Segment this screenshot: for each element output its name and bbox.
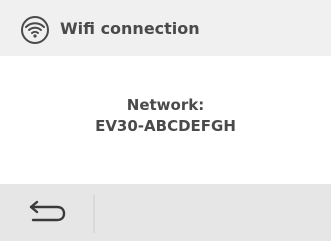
- wifi-icon: [21, 16, 49, 44]
- network-label: Network:: [126, 96, 205, 114]
- back-arrow-icon: [27, 198, 69, 228]
- page-title: Wifi connection: [60, 19, 200, 38]
- footer-divider: [93, 195, 95, 233]
- back-button[interactable]: [22, 195, 74, 231]
- content-area: Network: EV30-ABCDEFGH: [0, 56, 331, 184]
- wifi-connection-screen: Wifi connection Network: EV30-ABCDEFGH: [0, 0, 331, 241]
- header-bar: Wifi connection: [0, 0, 331, 56]
- footer-bar: [0, 184, 331, 241]
- network-name: EV30-ABCDEFGH: [95, 117, 236, 135]
